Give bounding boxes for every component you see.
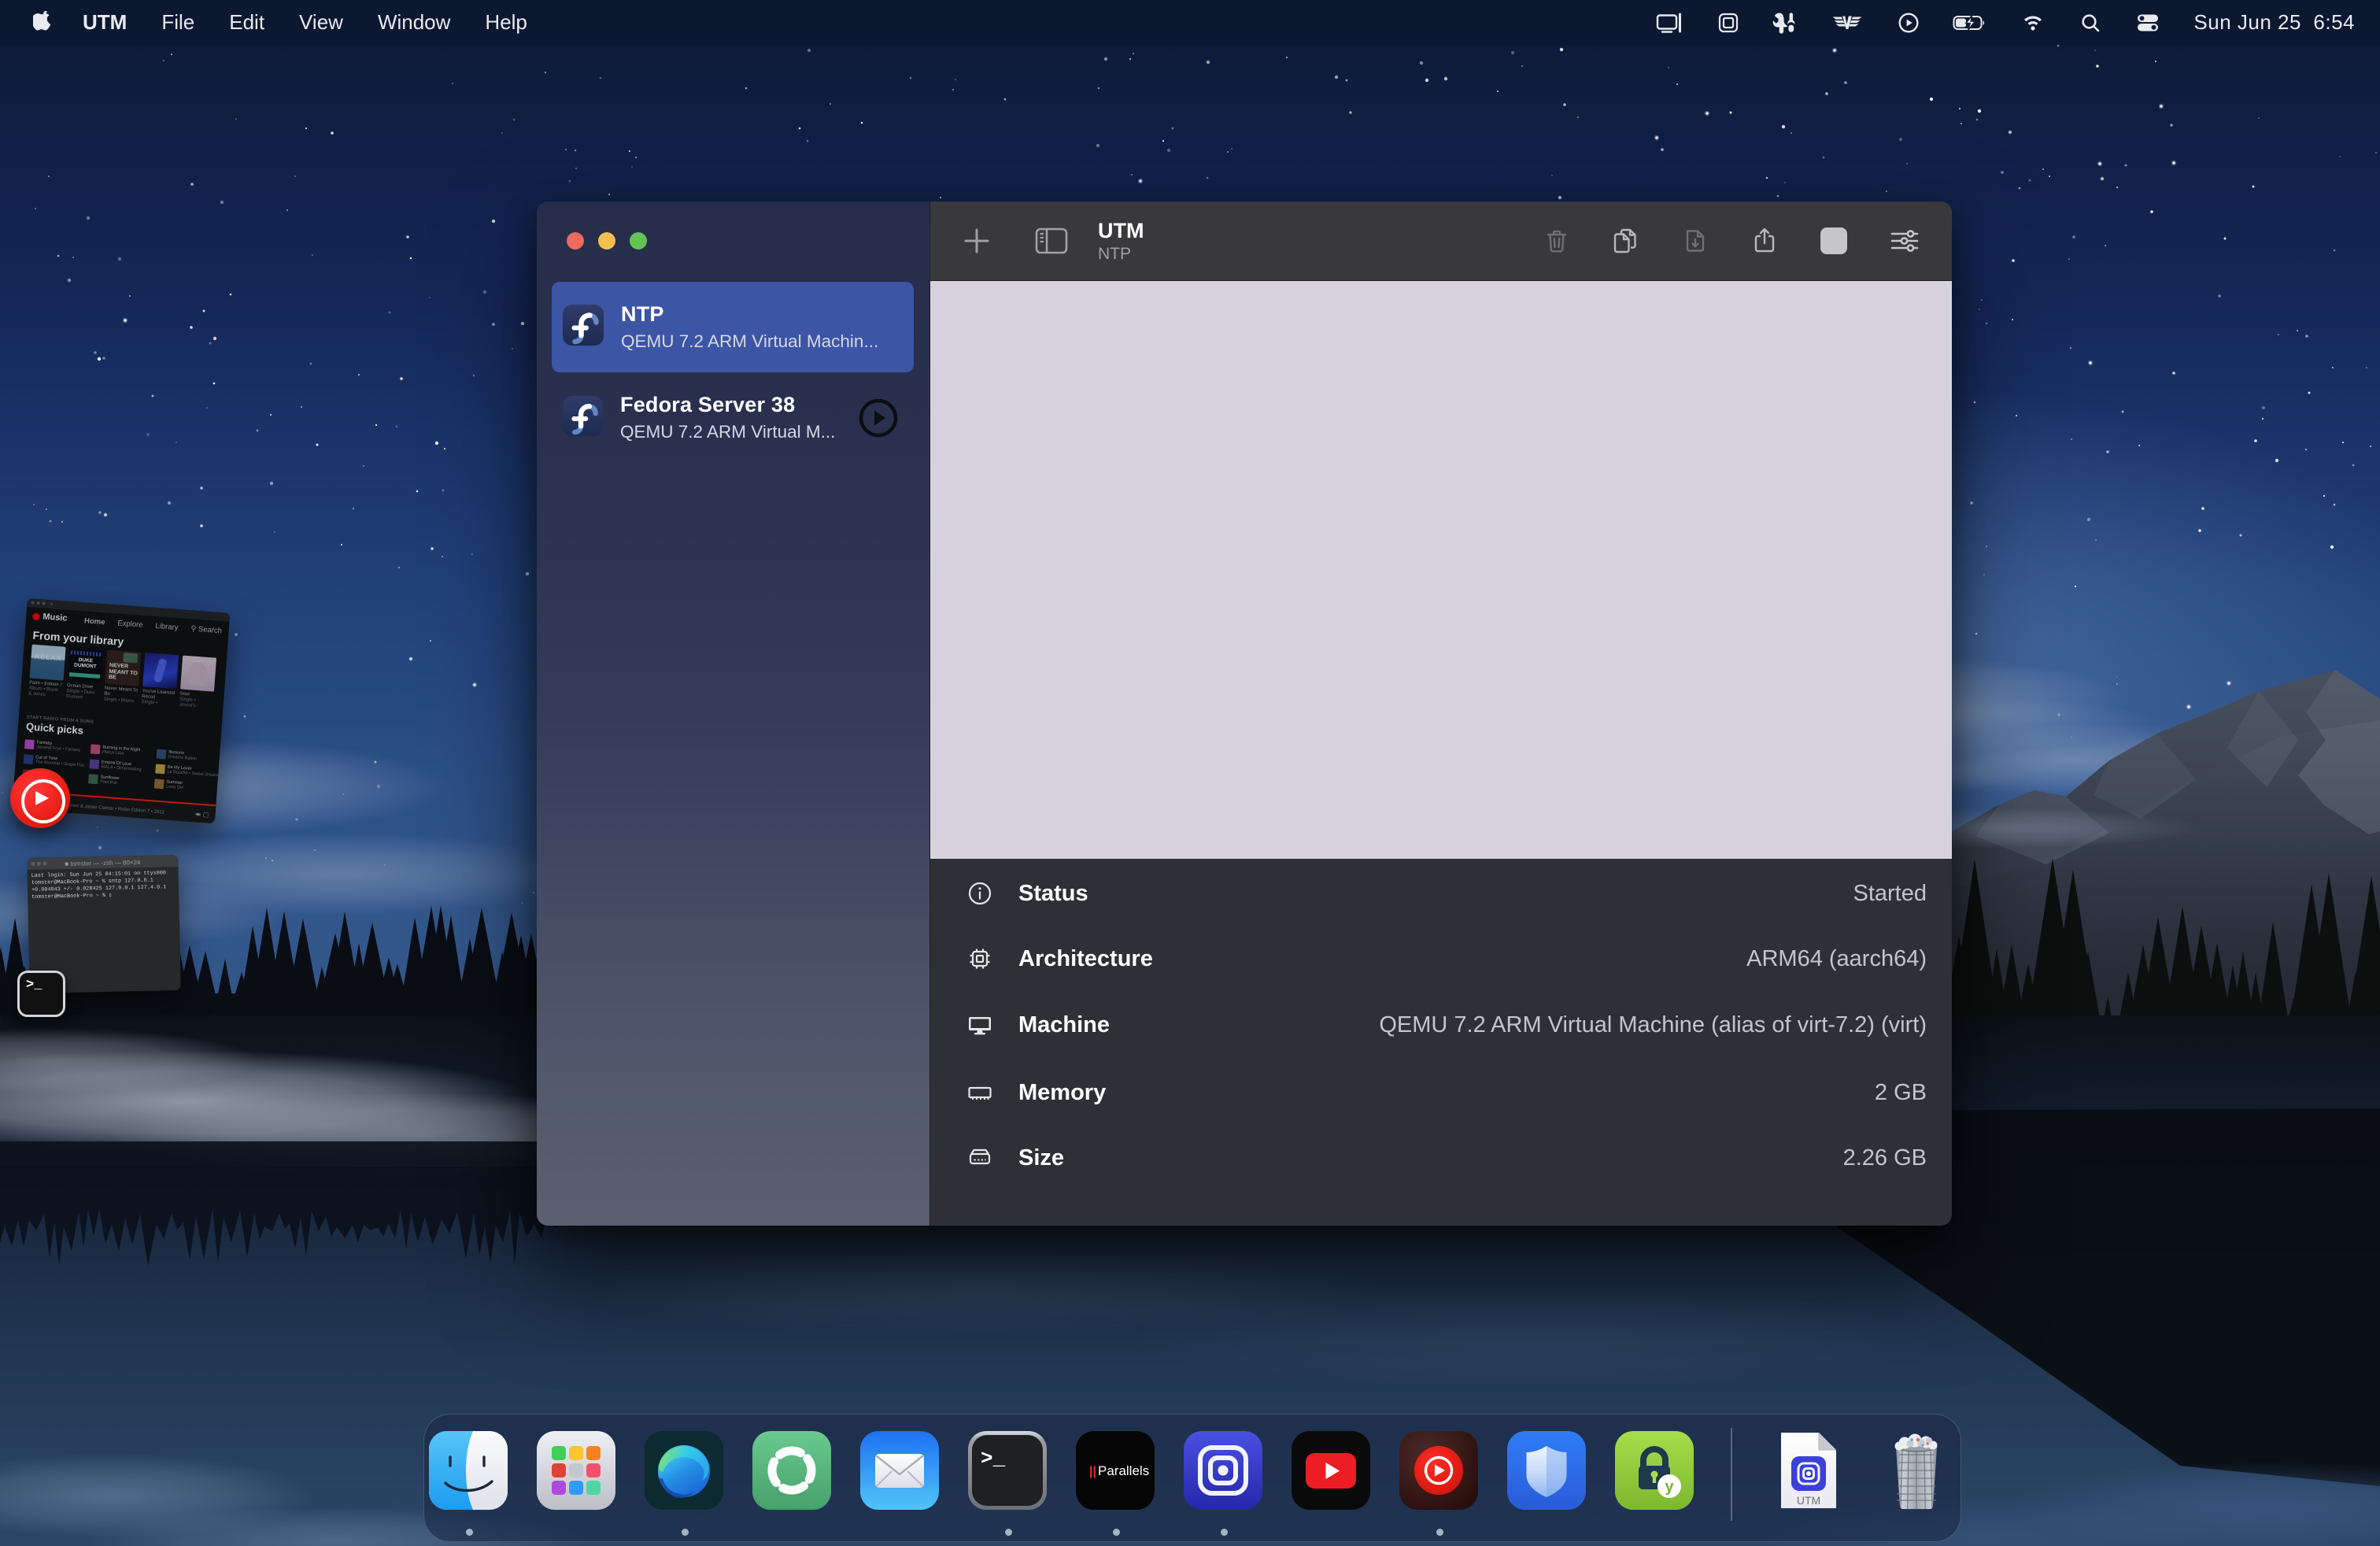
svg-text:||: ||	[1089, 1465, 1096, 1478]
svg-text:UTM: UTM	[1797, 1494, 1820, 1507]
svg-text:Parallels: Parallels	[1098, 1463, 1149, 1478]
svg-text:y: y	[1665, 1478, 1674, 1496]
svg-text:>_: >_	[981, 1447, 1006, 1470]
